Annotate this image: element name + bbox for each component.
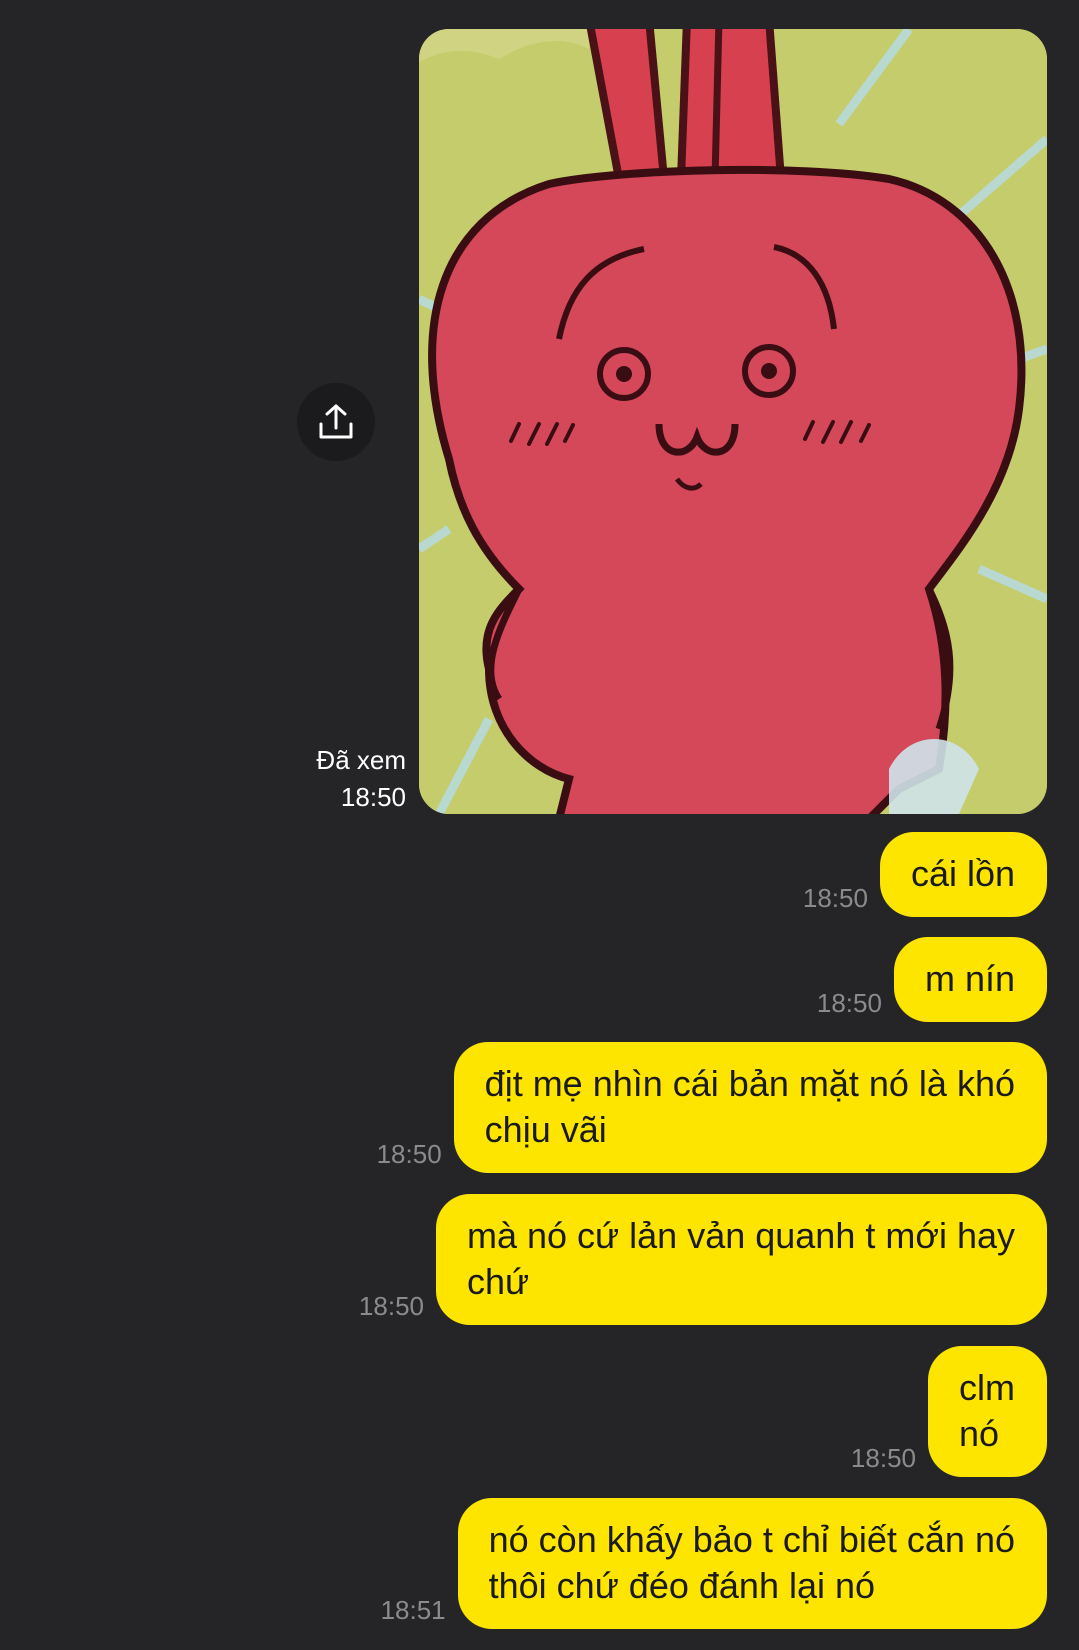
message-text-line: địt mẹ nhìn cái bản mặt nó là khó [484, 1063, 1015, 1104]
seen-status: Đã xem [316, 745, 406, 775]
image-message-meta: Đã xem 18:50 [316, 742, 406, 816]
message-text-line: chịu vãi [484, 1109, 607, 1150]
message-bubble[interactable]: nó còn khấy bảo t chỉ biết cắn nó thôi c… [457, 1498, 1047, 1629]
message-row: 18:50 mà nó cứ lản vản quanh t mới hay c… [359, 1194, 1047, 1325]
message-text-line: nó [959, 1413, 1000, 1454]
chat-thread: Đã xem 18:50 18:50 cái lồn 18:50 m nín 1… [0, 0, 1079, 1650]
message-bubble[interactable]: địt mẹ nhìn cái bản mặt nó là khó chịu v… [453, 1042, 1047, 1173]
message-row: 18:50 cái lồn [803, 832, 1047, 917]
message-time: 18:50 [376, 1139, 442, 1169]
message-time: 18:50 [816, 988, 882, 1018]
message-text-line: mà nó cứ lản vản quanh t mới hay [467, 1215, 1015, 1256]
message-bubble[interactable]: m nín [893, 937, 1047, 1022]
message-time: 18:50 [850, 1443, 916, 1473]
image-message-time: 18:50 [340, 782, 406, 812]
message-row: 18:50 m nín [817, 937, 1047, 1022]
message-text: cái lồn [910, 853, 1015, 894]
message-text-line: chứ [467, 1261, 530, 1302]
share-button[interactable] [297, 383, 375, 461]
bunny-sticker-image [419, 29, 1047, 814]
message-bubble[interactable]: cái lồn [879, 832, 1047, 917]
message-text-line: thôi chứ đéo đánh lại nó [488, 1565, 876, 1606]
message-time: 18:50 [358, 1291, 424, 1321]
message-bubble[interactable]: mà nó cứ lản vản quanh t mới hay chứ [436, 1194, 1047, 1325]
message-text: m nín [924, 958, 1015, 999]
message-row: 18:50 clm nó [851, 1346, 1047, 1477]
message-time: 18:51 [380, 1595, 446, 1625]
message-bubble[interactable]: clm nó [928, 1346, 1047, 1477]
message-text-line: nó còn khấy bảo t chỉ biết cắn nó [488, 1519, 1015, 1560]
image-message[interactable] [419, 29, 1047, 814]
share-upload-icon [319, 404, 353, 439]
message-row: 18:51 nó còn khấy bảo t chỉ biết cắn nó … [381, 1498, 1047, 1629]
message-row: 18:50 địt mẹ nhìn cái bản mặt nó là khó … [377, 1042, 1047, 1173]
message-text-line: clm [959, 1367, 1015, 1408]
message-time: 18:50 [802, 883, 868, 913]
